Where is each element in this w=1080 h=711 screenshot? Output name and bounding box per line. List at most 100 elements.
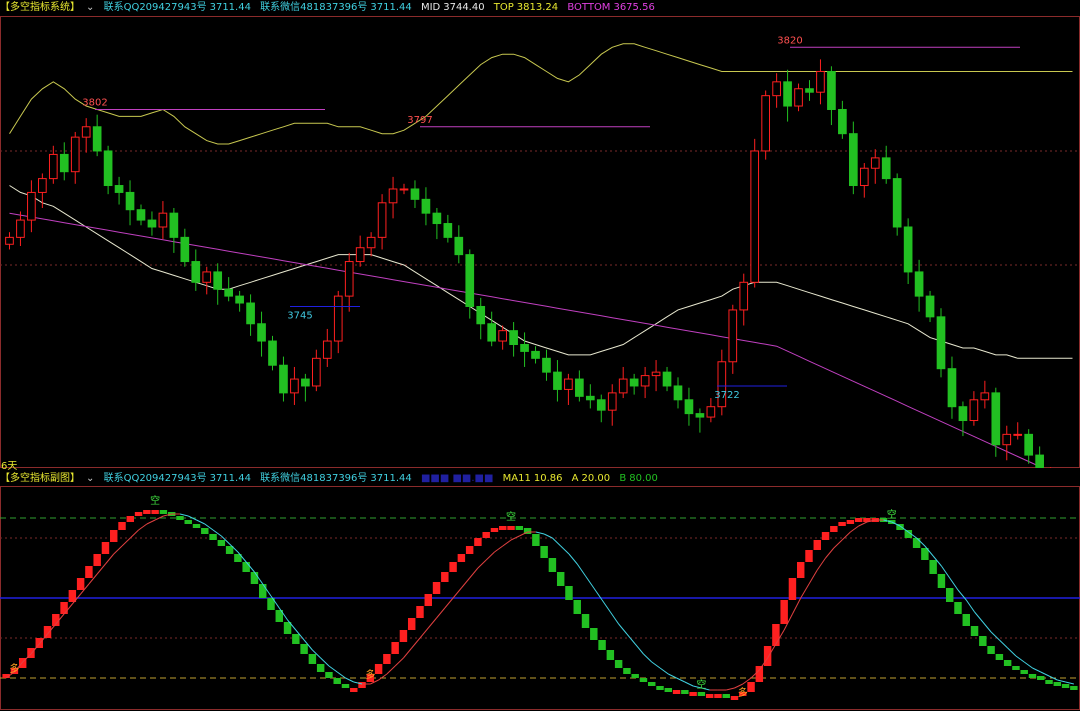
- candle-body: [783, 81, 792, 107]
- ma11-line: [328, 665, 338, 673]
- oscillator-bar: [1012, 666, 1020, 670]
- candle-body: [312, 357, 321, 387]
- ma11-line: [999, 639, 1008, 649]
- sub-indicator-title[interactable]: 【多空指标副图】: [0, 473, 80, 484]
- ma11-line: [345, 677, 354, 683]
- candle-body: [575, 378, 584, 397]
- price-annotation: 3745: [287, 310, 312, 321]
- oscillator-bar: [565, 586, 573, 600]
- ma11-line: [494, 545, 504, 553]
- candle-body: [881, 157, 891, 180]
- candle-body: [410, 188, 420, 200]
- oscillator-bar: [821, 532, 830, 540]
- candle-body: [103, 150, 113, 187]
- oscillator-bar: [159, 510, 168, 514]
- ma11-line: [485, 551, 495, 561]
- oscillator-bar: [788, 578, 797, 600]
- candle-body: [903, 226, 913, 273]
- oscillator-bar: [705, 694, 714, 698]
- ma11-line: [452, 587, 462, 599]
- main-indicator-title[interactable]: 【多空指标系统】: [0, 2, 80, 13]
- oscillator-chart[interactable]: 多空多空空多空: [0, 486, 1080, 710]
- candle-body: [344, 261, 354, 297]
- candle-body: [114, 185, 124, 193]
- bottom-label: BOTTOM: [567, 2, 611, 13]
- oscillator-bar: [316, 664, 325, 672]
- candle-body: [827, 70, 836, 110]
- oscillator-bar: [93, 554, 101, 566]
- ma11-line: [411, 637, 421, 649]
- candle-body: [257, 323, 266, 342]
- chevron-down-icon[interactable]: ⌄: [86, 2, 94, 13]
- bottom-value: 3675.56: [613, 2, 655, 13]
- candle-body: [224, 288, 233, 297]
- oscillator-bar: [151, 510, 159, 514]
- chevron-down-icon[interactable]: ⌄: [86, 473, 94, 484]
- oscillator-bar: [672, 690, 681, 694]
- ma11-line: [825, 547, 835, 559]
- oscillator-bar: [962, 614, 970, 626]
- candle-body: [399, 188, 409, 191]
- ma11-line: [618, 623, 628, 635]
- oscillator-bar: [979, 636, 987, 646]
- candle-body: [235, 295, 244, 304]
- ma11-line: [816, 557, 826, 571]
- ma11-line: [808, 569, 818, 585]
- top-value: 3813.24: [516, 2, 559, 13]
- candle-body: [279, 364, 288, 394]
- candle-body: [542, 357, 551, 373]
- short-marker: 空: [887, 508, 897, 521]
- candle-body: [849, 133, 858, 187]
- oscillator-bar: [813, 540, 822, 550]
- candle-body: [136, 209, 146, 221]
- candle-body: [772, 81, 781, 97]
- mid-band-line: [9, 185, 1073, 359]
- oscillator-bar: [507, 526, 515, 530]
- candle-body: [958, 406, 968, 422]
- oscillator-bar: [176, 516, 184, 520]
- candle-body: [5, 236, 14, 245]
- mid-value: 3744.40: [443, 2, 485, 13]
- ma11-line: [1015, 655, 1025, 663]
- ma11-line: [568, 553, 578, 565]
- candle-body: [301, 378, 310, 387]
- oscillator-bar: [970, 626, 979, 636]
- oscillator-bar: [929, 560, 937, 574]
- candle-body: [158, 212, 168, 228]
- ma11-line: [1040, 671, 1050, 677]
- price-annotation: 3820: [777, 35, 802, 46]
- ma11-line: [543, 533, 553, 539]
- oscillator-bar: [258, 584, 267, 598]
- oscillator-bar: [581, 614, 590, 628]
- oscillator-bar: [772, 624, 780, 646]
- sub-contact-wx-value: 3711.44: [370, 473, 412, 484]
- ma11-line: [841, 531, 851, 541]
- candle-body: [213, 271, 223, 290]
- ma11-line: [792, 597, 802, 615]
- oscillator-bar: [201, 528, 209, 534]
- ma11-label: MA11: [502, 473, 531, 484]
- candlestick-chart[interactable]: 3802 3797 3745 3820 3722: [0, 16, 1080, 468]
- ma11-line: [121, 537, 131, 547]
- oscillator-bar: [1003, 660, 1012, 666]
- ma11-line: [1023, 661, 1033, 669]
- candle-body: [147, 219, 157, 228]
- ma11-line: [138, 523, 148, 531]
- candle-body: [914, 271, 924, 297]
- long-marker: 多: [738, 686, 748, 699]
- b-value: 80.00: [629, 473, 658, 484]
- contact-wx-value: 3711.44: [370, 2, 412, 13]
- oscillator-bar: [134, 512, 143, 516]
- ma11-line: [129, 529, 139, 539]
- a-label: A: [571, 473, 579, 484]
- contact-qq-label: 联系QQ209427943号: [103, 2, 207, 13]
- oscillator-bar: [515, 526, 524, 530]
- candle-body: [706, 406, 716, 418]
- price-annotation: 3797: [407, 115, 432, 126]
- oscillator-bar: [184, 520, 192, 524]
- oscillator-bar: [540, 546, 548, 558]
- ma11-line: [609, 611, 620, 625]
- ma11-line: [552, 537, 562, 547]
- oscillator-bar: [714, 694, 722, 698]
- oscillator-bar: [383, 654, 391, 664]
